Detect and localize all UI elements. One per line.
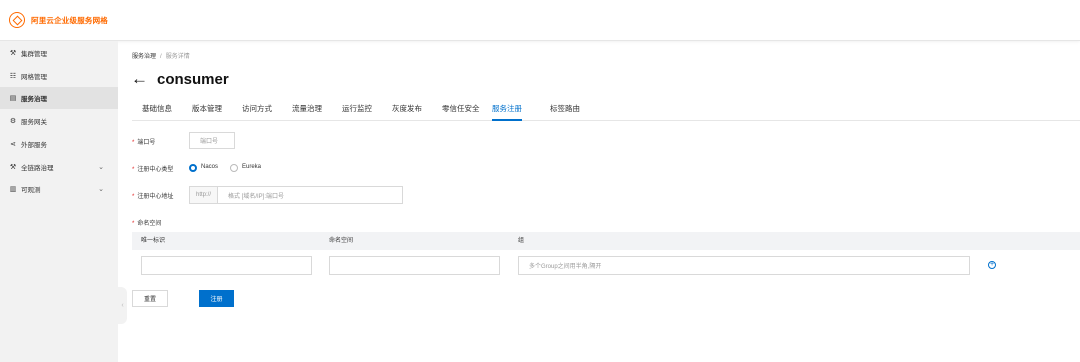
sidebar-item-label: 集群管理	[21, 51, 47, 58]
column-header-group: 组	[518, 238, 525, 244]
back-arrow-icon[interactable]: ←	[131, 70, 148, 88]
main-content: 服务治理 / 服务详情 ← consumer 基础信息 版本管理 访问方式 流量治理…	[118, 41, 1080, 362]
brand-name: 阿里云企业级服务网格	[31, 15, 108, 25]
sidebar-item-service-gateway[interactable]: ⚙ 服务网关	[0, 110, 118, 132]
port-placeholder: 端口号	[200, 139, 219, 145]
tab-label-routing[interactable]: 标签路由	[550, 103, 580, 121]
sidebar-item-observability[interactable]: ▥ 可观测 ⌄	[0, 178, 118, 200]
reset-button[interactable]: 重置	[132, 290, 168, 307]
port-input[interactable]: 端口号	[189, 132, 235, 149]
sidebar-item-label: 服务网关	[21, 119, 47, 126]
required-mark: *	[132, 140, 135, 146]
register-button[interactable]: 注册	[199, 290, 234, 307]
brand-logo-icon	[9, 12, 25, 28]
required-mark: *	[132, 194, 135, 200]
radio-eureka[interactable]	[230, 164, 238, 172]
sidebar-item-label: 可观测	[21, 187, 41, 194]
breadcrumb-separator: /	[160, 54, 162, 60]
sidebar-item-external-service[interactable]: ⋖ 外部服务	[0, 133, 118, 155]
wrench-icon: ⚒	[9, 164, 17, 171]
registry-type-label: * 注册中心类型	[132, 167, 174, 173]
protocol-prefix: http://	[189, 186, 218, 204]
sidebar-item-label: 外部服务	[21, 142, 47, 149]
chevron-down-icon[interactable]: ⌄	[98, 185, 104, 193]
column-header-id: 唯一标识	[141, 238, 166, 244]
breadcrumb-current: 服务详情	[165, 54, 190, 60]
breadcrumb-parent[interactable]: 服务治理	[132, 54, 156, 60]
sidebar-item-service-governance[interactable]: ▤ 服务治理	[0, 87, 118, 109]
tab-service-registration[interactable]: 服务注册	[492, 103, 522, 121]
gateway-icon: ⚙	[9, 118, 17, 125]
sidebar-item-label: 服务治理	[21, 96, 47, 103]
grid-icon: ☷	[9, 73, 17, 80]
breadcrumb: 服务治理 / 服务详情	[132, 51, 190, 60]
sidebar-item-label: 网格管理	[21, 74, 47, 81]
required-mark: *	[132, 221, 135, 227]
tab-access-method[interactable]: 访问方式	[242, 103, 272, 121]
top-bar: 阿里云企业级服务网格	[0, 0, 1080, 41]
required-mark: *	[132, 167, 135, 173]
tab-runtime-monitoring[interactable]: 运行监控	[342, 103, 372, 121]
radio-nacos-label[interactable]: Nacos	[201, 164, 218, 170]
tab-version-management[interactable]: 版本管理	[192, 103, 222, 121]
namespace-table-header: 唯一标识 命名空间 组	[132, 232, 1080, 250]
sidebar-item-full-link-governance[interactable]: ⚒ 全链路治理 ⌄	[0, 156, 118, 178]
sidebar: ⚒ 集群管理 ☷ 网格管理 ▤ 服务治理 ⚙ 服务网关 ⋖ 外部服务 ⚒ 全链路…	[0, 41, 118, 362]
page-title: consumer	[157, 70, 229, 88]
radio-nacos[interactable]	[189, 164, 197, 172]
page-header: ← consumer	[131, 70, 229, 88]
sidebar-item-label: 全链路治理	[21, 165, 54, 172]
radio-eureka-label[interactable]: Eureka	[242, 164, 261, 170]
namespace-id-input[interactable]	[141, 256, 312, 275]
group-placeholder: 多个Group之间用半角,隔开	[529, 264, 602, 270]
registry-address-input[interactable]: 格式 [域名/IP]:端口号	[217, 186, 403, 204]
sidebar-item-cluster-management[interactable]: ⚒ 集群管理	[0, 42, 118, 64]
chevron-down-icon[interactable]: ⌄	[98, 163, 104, 171]
namespace-name-input[interactable]	[329, 256, 500, 275]
registry-address-label: * 注册中心地址	[132, 194, 174, 200]
add-row-icon[interactable]: +	[988, 261, 996, 269]
port-label: * 端口号	[132, 140, 156, 146]
column-header-namespace: 命名空间	[329, 238, 354, 244]
tab-zero-trust-security[interactable]: 零信任安全	[442, 103, 480, 121]
brand-logo[interactable]: 阿里云企业级服务网格	[9, 12, 108, 28]
tab-canary-release[interactable]: 灰度发布	[392, 103, 422, 121]
service-icon: ▤	[9, 95, 17, 102]
namespace-label: * 命名空间	[132, 221, 162, 227]
wrench-icon: ⚒	[9, 50, 17, 57]
tab-bar: 基础信息 版本管理 访问方式 流量治理 运行监控 灰度发布 零信任安全 服务注册…	[132, 103, 1080, 121]
sidebar-item-mesh-management[interactable]: ☷ 网格管理	[0, 65, 118, 87]
share-icon: ⋖	[10, 141, 16, 148]
tab-traffic-governance[interactable]: 流量治理	[292, 103, 322, 121]
registry-address-placeholder: 格式 [域名/IP]:端口号	[228, 193, 285, 200]
chart-icon: ▥	[9, 186, 17, 193]
group-input[interactable]: 多个Group之间用半角,隔开	[518, 256, 970, 275]
tab-basic-info[interactable]: 基础信息	[142, 103, 172, 121]
